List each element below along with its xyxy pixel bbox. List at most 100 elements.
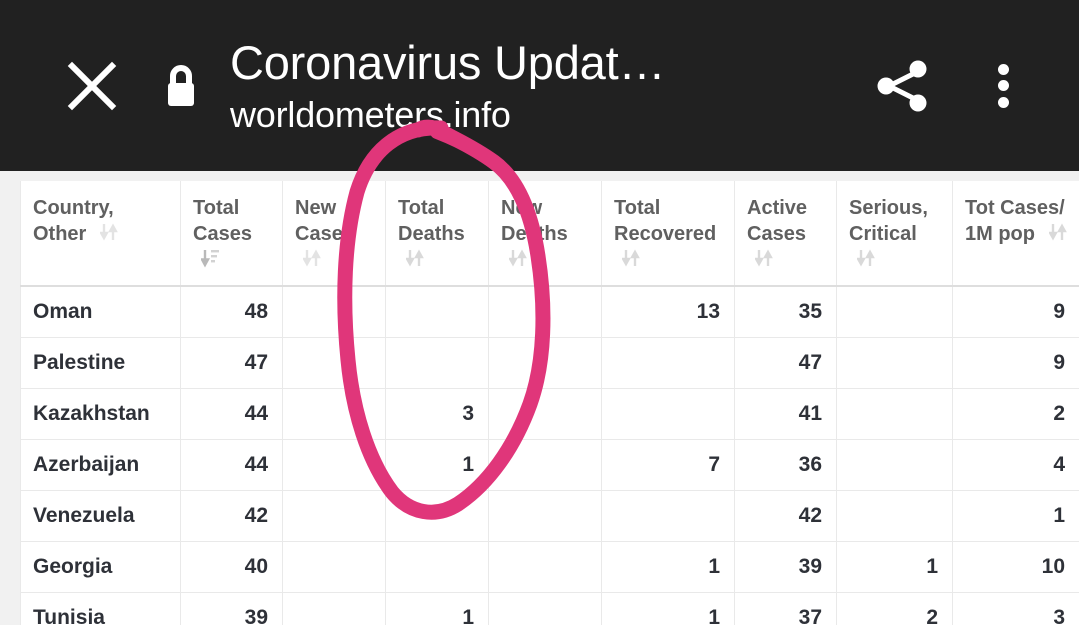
column-label: Total Recovered — [614, 197, 717, 245]
sort-both-icon — [406, 249, 424, 267]
cell-total-cases: 44 — [180, 439, 283, 491]
cell-country: Oman — [20, 286, 181, 338]
title-block[interactable]: Coronavirus Updat… worldometers.info — [230, 35, 857, 137]
table-row[interactable]: Venezuela 42 42 1 — [20, 490, 1079, 542]
lock-icon — [168, 64, 194, 106]
cell-new-cases — [282, 592, 386, 625]
cell-total-deaths — [385, 337, 489, 389]
share-button[interactable] — [857, 40, 949, 132]
cell-total-cases: 40 — [180, 541, 283, 593]
screenshot-root: Coronavirus Updat… worldometers.info Cou… — [0, 0, 1079, 625]
cell-total-deaths: 3 — [385, 388, 489, 440]
table-header-row: Country, Other Total Cases New Cases Tot… — [20, 181, 1079, 287]
column-header-new-deaths[interactable]: New Deaths — [488, 181, 602, 287]
cell-total-recovered: 13 — [601, 286, 735, 338]
table-row[interactable]: Azerbaijan 44 1 7 36 4 — [20, 439, 1079, 491]
cell-new-cases — [282, 490, 386, 542]
cell-new-deaths — [488, 286, 602, 338]
cell-total-cases: 44 — [180, 388, 283, 440]
table-row[interactable]: Palestine 47 47 9 — [20, 337, 1079, 389]
security-indicator[interactable] — [150, 55, 212, 117]
column-header-total-recovered[interactable]: Total Recovered — [601, 181, 735, 287]
column-label: New Deaths — [501, 197, 568, 245]
cell-serious-critical — [836, 337, 953, 389]
cell-new-cases — [282, 439, 386, 491]
column-header-total-cases[interactable]: Total Cases — [180, 181, 283, 287]
cell-total-deaths: 1 — [385, 592, 489, 625]
share-icon — [877, 60, 927, 111]
column-header-new-cases[interactable]: New Cases — [282, 181, 386, 287]
cell-total-deaths — [385, 490, 489, 542]
overflow-menu-button[interactable] — [957, 40, 1049, 132]
column-header-cases-per-1m[interactable]: Tot Cases/ 1M pop — [952, 181, 1079, 287]
cell-new-deaths — [488, 337, 602, 389]
cell-cases-per-1m: 10 — [952, 541, 1079, 593]
cell-serious-critical — [836, 286, 953, 338]
column-header-country[interactable]: Country, Other — [20, 181, 181, 287]
cell-new-deaths — [488, 439, 602, 491]
column-label: New Cases — [295, 197, 354, 245]
cell-serious-critical — [836, 388, 953, 440]
cell-serious-critical — [836, 439, 953, 491]
cell-serious-critical — [836, 490, 953, 542]
page-title: Coronavirus Updat… — [230, 35, 666, 89]
overflow-menu-icon — [997, 63, 1009, 108]
page-origin: worldometers.info — [230, 93, 511, 135]
cell-total-recovered: 1 — [601, 541, 735, 593]
countries-table: Country, Other Total Cases New Cases Tot… — [20, 181, 1079, 625]
column-header-serious-critical[interactable]: Serious, Critical — [836, 181, 953, 287]
table-row[interactable]: Kazakhstan 44 3 41 2 — [20, 388, 1079, 440]
column-label: Active Cases — [747, 197, 808, 245]
column-label: Total Deaths — [398, 197, 465, 245]
cell-country: Georgia — [20, 541, 181, 593]
cell-total-recovered — [601, 490, 735, 542]
sort-both-icon — [755, 249, 773, 267]
table-body: Oman 48 13 35 9 Palestine 47 47 9 Kazakh… — [20, 286, 1079, 625]
cell-total-deaths — [385, 286, 489, 338]
cell-country: Tunisia — [20, 592, 181, 625]
cell-country: Azerbaijan — [20, 439, 181, 491]
sort-both-icon — [622, 249, 640, 267]
cell-new-deaths — [488, 592, 602, 625]
cell-total-recovered — [601, 337, 735, 389]
cell-new-deaths — [488, 388, 602, 440]
cell-cases-per-1m: 3 — [952, 592, 1079, 625]
column-header-total-deaths[interactable]: Total Deaths — [385, 181, 489, 287]
sort-both-icon — [99, 223, 118, 241]
cell-active-cases: 35 — [734, 286, 837, 338]
cell-serious-critical: 2 — [836, 592, 953, 625]
sort-both-icon — [1048, 223, 1067, 241]
column-label: Serious, Critical — [849, 197, 928, 245]
sort-both-icon — [303, 249, 321, 267]
close-button[interactable] — [46, 40, 138, 132]
cell-new-cases — [282, 286, 386, 338]
cell-total-recovered — [601, 388, 735, 440]
sort-descending-icon — [201, 250, 219, 268]
cell-total-cases: 42 — [180, 490, 283, 542]
cell-new-deaths — [488, 490, 602, 542]
cell-new-deaths — [488, 541, 602, 593]
cell-total-recovered: 1 — [601, 592, 735, 625]
cell-cases-per-1m: 4 — [952, 439, 1079, 491]
column-label: Total Cases — [193, 197, 252, 245]
close-icon — [67, 61, 117, 110]
cell-cases-per-1m: 9 — [952, 337, 1079, 389]
table-row[interactable]: Oman 48 13 35 9 — [20, 286, 1079, 338]
cell-cases-per-1m: 9 — [952, 286, 1079, 338]
cell-country: Palestine — [20, 337, 181, 389]
cell-total-cases: 47 — [180, 337, 283, 389]
cell-active-cases: 37 — [734, 592, 837, 625]
cell-country: Venezuela — [20, 490, 181, 542]
cell-total-cases: 39 — [180, 592, 283, 625]
column-header-active-cases[interactable]: Active Cases — [734, 181, 837, 287]
cell-cases-per-1m: 2 — [952, 388, 1079, 440]
cell-active-cases: 36 — [734, 439, 837, 491]
cell-total-deaths — [385, 541, 489, 593]
sort-both-icon — [857, 249, 875, 267]
cell-active-cases: 41 — [734, 388, 837, 440]
cell-active-cases: 42 — [734, 490, 837, 542]
countries-table-container[interactable]: Country, Other Total Cases New Cases Tot… — [20, 181, 1079, 625]
table-row[interactable]: Tunisia 39 1 1 37 2 3 — [20, 592, 1079, 625]
sort-both-icon — [509, 249, 527, 267]
table-row[interactable]: Georgia 40 1 39 1 10 — [20, 541, 1079, 593]
